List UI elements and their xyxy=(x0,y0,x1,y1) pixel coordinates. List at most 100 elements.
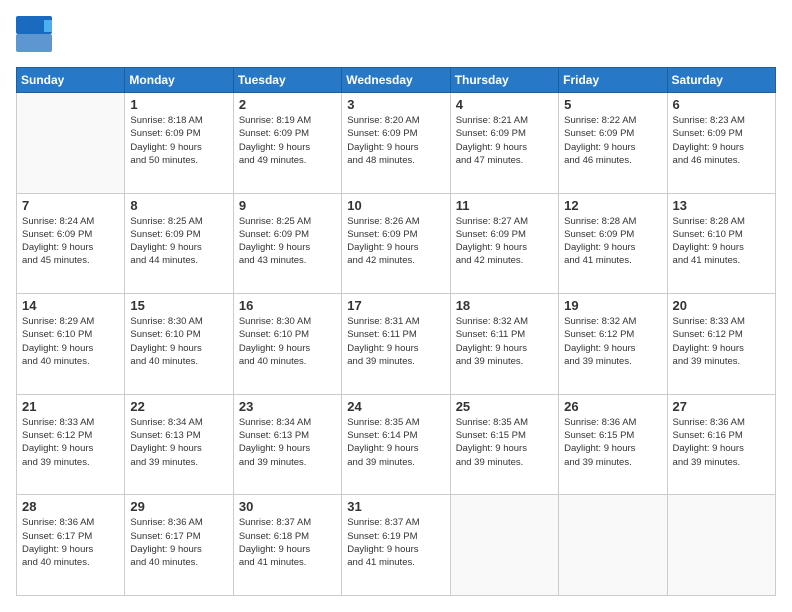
week-row-3: 14 Sunrise: 8:29 AM Sunset: 6:10 PM Dayli… xyxy=(17,294,776,395)
page: SundayMondayTuesdayWednesdayThursdayFrid… xyxy=(0,0,792,612)
day-cell: 9Sunrise: 8:25 AM Sunset: 6:09 PM Daylig… xyxy=(233,193,341,294)
day-info: Sunrise: 8:18 AM Sunset: 6:09 PM Dayligh… xyxy=(130,114,227,167)
day-cell: 3 Sunrise: 8:20 AM Sunset: 6:09 PM Daylig… xyxy=(342,93,450,194)
logo xyxy=(16,16,56,57)
day-cell: 29 Sunrise: 8:36 AM Sunset: 6:17 PM Dayli… xyxy=(125,495,233,596)
day-number: 22 xyxy=(130,399,227,414)
day-cell: 16Sunrise: 8:30 AM Sunset: 6:10 PM Dayli… xyxy=(233,294,341,395)
day-info: Sunrise: 8:20 AM Sunset: 6:09 PM Dayligh… xyxy=(347,114,444,167)
day-number: 4 xyxy=(456,97,553,112)
day-info: Sunrise: 8:19 AM Sunset: 6:09 PM Dayligh… xyxy=(239,114,336,167)
day-number: 10 xyxy=(347,198,444,213)
day-cell: 31 Sunrise: 8:37 AM Sunset: 6:19 PM Dayli… xyxy=(342,495,450,596)
day-cell: 18Sunrise: 8:32 AM Sunset: 6:11 PM Dayli… xyxy=(450,294,558,395)
day-cell: 17Sunrise: 8:31 AM Sunset: 6:11 PM Dayli… xyxy=(342,294,450,395)
day-info: Sunrise: 8:23 AM Sunset: 6:09 PM Dayligh… xyxy=(673,114,770,167)
logo-icon xyxy=(16,16,52,52)
day-info: Sunrise: 8:25 AM Sunset: 6:09 PM Dayligh… xyxy=(239,215,336,268)
day-cell xyxy=(450,495,558,596)
day-cell: 21Sunrise: 8:33 AM Sunset: 6:12 PM Dayli… xyxy=(17,394,125,495)
day-cell: 8 Sunrise: 8:25 AM Sunset: 6:09 PM Daylig… xyxy=(125,193,233,294)
day-number: 11 xyxy=(456,198,553,213)
day-cell: 19 Sunrise: 8:32 AM Sunset: 6:12 PM Dayli… xyxy=(559,294,667,395)
week-row-4: 21Sunrise: 8:33 AM Sunset: 6:12 PM Dayli… xyxy=(17,394,776,495)
day-number: 8 xyxy=(130,198,227,213)
weekday-thursday: Thursday xyxy=(450,68,558,93)
weekday-tuesday: Tuesday xyxy=(233,68,341,93)
day-cell: 14 Sunrise: 8:29 AM Sunset: 6:10 PM Dayli… xyxy=(17,294,125,395)
day-info: Sunrise: 8:21 AM Sunset: 6:09 PM Dayligh… xyxy=(456,114,553,167)
day-info: Sunrise: 8:37 AM Sunset: 6:19 PM Dayligh… xyxy=(347,516,444,569)
week-row-5: 28 Sunrise: 8:36 AM Sunset: 6:17 PM Dayli… xyxy=(17,495,776,596)
day-number: 16 xyxy=(239,298,336,313)
day-info: Sunrise: 8:36 AM Sunset: 6:15 PM Dayligh… xyxy=(564,416,661,469)
weekday-monday: Monday xyxy=(125,68,233,93)
day-cell: 5 Sunrise: 8:22 AM Sunset: 6:09 PM Daylig… xyxy=(559,93,667,194)
day-number: 20 xyxy=(673,298,770,313)
day-number: 3 xyxy=(347,97,444,112)
day-number: 5 xyxy=(564,97,661,112)
day-number: 1 xyxy=(130,97,227,112)
day-cell: 20Sunrise: 8:33 AM Sunset: 6:12 PM Dayli… xyxy=(667,294,775,395)
day-number: 29 xyxy=(130,499,227,514)
weekday-wednesday: Wednesday xyxy=(342,68,450,93)
day-number: 6 xyxy=(673,97,770,112)
weekday-header-row: SundayMondayTuesdayWednesdayThursdayFrid… xyxy=(17,68,776,93)
day-cell: 2 Sunrise: 8:19 AM Sunset: 6:09 PM Daylig… xyxy=(233,93,341,194)
day-number: 24 xyxy=(347,399,444,414)
day-cell: 13 Sunrise: 8:28 AM Sunset: 6:10 PM Dayli… xyxy=(667,193,775,294)
day-cell: 6 Sunrise: 8:23 AM Sunset: 6:09 PM Daylig… xyxy=(667,93,775,194)
day-info: Sunrise: 8:36 AM Sunset: 6:17 PM Dayligh… xyxy=(22,516,119,569)
day-cell xyxy=(17,93,125,194)
day-cell: 24Sunrise: 8:35 AM Sunset: 6:14 PM Dayli… xyxy=(342,394,450,495)
day-number: 21 xyxy=(22,399,119,414)
day-number: 25 xyxy=(456,399,553,414)
day-cell: 1 Sunrise: 8:18 AM Sunset: 6:09 PM Daylig… xyxy=(125,93,233,194)
day-cell: 27 Sunrise: 8:36 AM Sunset: 6:16 PM Dayli… xyxy=(667,394,775,495)
day-info: Sunrise: 8:27 AM Sunset: 6:09 PM Dayligh… xyxy=(456,215,553,268)
day-info: Sunrise: 8:24 AM Sunset: 6:09 PM Dayligh… xyxy=(22,215,119,268)
day-cell: 28 Sunrise: 8:36 AM Sunset: 6:17 PM Dayli… xyxy=(17,495,125,596)
day-cell: 23 Sunrise: 8:34 AM Sunset: 6:13 PM Dayli… xyxy=(233,394,341,495)
day-cell: 30Sunrise: 8:37 AM Sunset: 6:18 PM Dayli… xyxy=(233,495,341,596)
day-cell xyxy=(667,495,775,596)
day-cell: 11 Sunrise: 8:27 AM Sunset: 6:09 PM Dayli… xyxy=(450,193,558,294)
day-number: 19 xyxy=(564,298,661,313)
day-info: Sunrise: 8:32 AM Sunset: 6:12 PM Dayligh… xyxy=(564,315,661,368)
day-cell: 4 Sunrise: 8:21 AM Sunset: 6:09 PM Daylig… xyxy=(450,93,558,194)
day-number: 14 xyxy=(22,298,119,313)
day-info: Sunrise: 8:36 AM Sunset: 6:17 PM Dayligh… xyxy=(130,516,227,569)
day-info: Sunrise: 8:34 AM Sunset: 6:13 PM Dayligh… xyxy=(239,416,336,469)
day-info: Sunrise: 8:37 AM Sunset: 6:18 PM Dayligh… xyxy=(239,516,336,569)
day-number: 28 xyxy=(22,499,119,514)
day-number: 18 xyxy=(456,298,553,313)
day-cell: 12 Sunrise: 8:28 AM Sunset: 6:09 PM Dayli… xyxy=(559,193,667,294)
day-cell: 22Sunrise: 8:34 AM Sunset: 6:13 PM Dayli… xyxy=(125,394,233,495)
day-info: Sunrise: 8:30 AM Sunset: 6:10 PM Dayligh… xyxy=(130,315,227,368)
calendar-table: SundayMondayTuesdayWednesdayThursdayFrid… xyxy=(16,67,776,596)
day-cell: 25 Sunrise: 8:35 AM Sunset: 6:15 PM Dayli… xyxy=(450,394,558,495)
day-number: 31 xyxy=(347,499,444,514)
day-info: Sunrise: 8:26 AM Sunset: 6:09 PM Dayligh… xyxy=(347,215,444,268)
day-number: 13 xyxy=(673,198,770,213)
day-number: 26 xyxy=(564,399,661,414)
day-info: Sunrise: 8:35 AM Sunset: 6:15 PM Dayligh… xyxy=(456,416,553,469)
day-info: Sunrise: 8:28 AM Sunset: 6:09 PM Dayligh… xyxy=(564,215,661,268)
day-number: 12 xyxy=(564,198,661,213)
day-info: Sunrise: 8:36 AM Sunset: 6:16 PM Dayligh… xyxy=(673,416,770,469)
day-number: 2 xyxy=(239,97,336,112)
weekday-friday: Friday xyxy=(559,68,667,93)
day-info: Sunrise: 8:29 AM Sunset: 6:10 PM Dayligh… xyxy=(22,315,119,368)
day-info: Sunrise: 8:22 AM Sunset: 6:09 PM Dayligh… xyxy=(564,114,661,167)
day-info: Sunrise: 8:28 AM Sunset: 6:10 PM Dayligh… xyxy=(673,215,770,268)
header xyxy=(16,16,776,57)
day-number: 7 xyxy=(22,198,119,213)
day-number: 17 xyxy=(347,298,444,313)
weekday-sunday: Sunday xyxy=(17,68,125,93)
day-number: 27 xyxy=(673,399,770,414)
day-number: 15 xyxy=(130,298,227,313)
day-info: Sunrise: 8:25 AM Sunset: 6:09 PM Dayligh… xyxy=(130,215,227,268)
day-number: 23 xyxy=(239,399,336,414)
day-cell: 7 Sunrise: 8:24 AM Sunset: 6:09 PM Daylig… xyxy=(17,193,125,294)
day-cell: 26 Sunrise: 8:36 AM Sunset: 6:15 PM Dayli… xyxy=(559,394,667,495)
